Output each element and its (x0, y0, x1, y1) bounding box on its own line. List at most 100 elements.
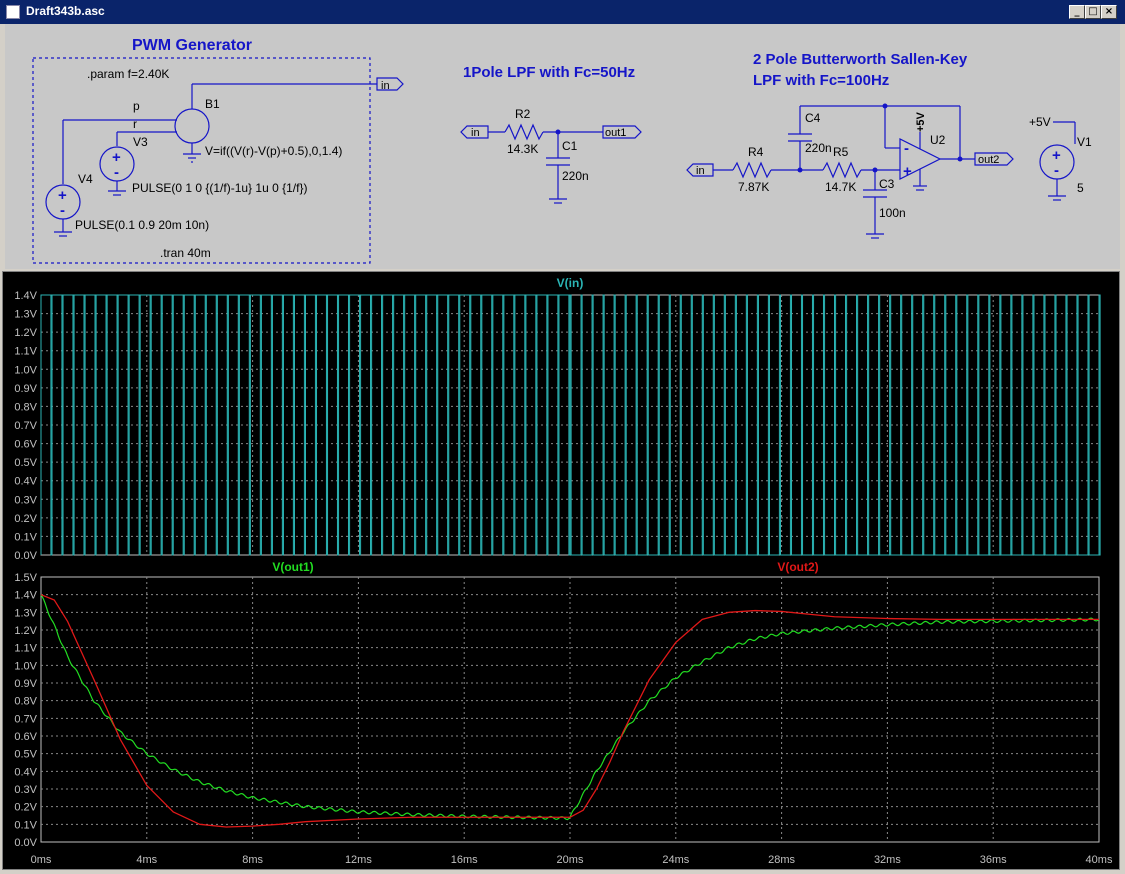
x-tick-label: 4ms (136, 854, 157, 866)
minimize-button[interactable]: _ (1069, 5, 1085, 19)
y-tick-label: 0.0V (14, 837, 37, 849)
tran-directive: .tran 40m (160, 246, 211, 260)
y-tick-label: 1.1V (14, 643, 37, 655)
y-tick-label: 0.0V (14, 550, 37, 562)
c3-value: 100n (879, 206, 906, 220)
c4-value: 220n (805, 141, 832, 155)
u2-supply-label: +5V (915, 111, 927, 132)
r5-resistor (822, 161, 862, 179)
r5-value: 14.7K (825, 180, 856, 194)
pwm-group-box (32, 57, 371, 264)
y-tick-label: 1.0V (14, 364, 37, 376)
c4-label: C4 (805, 111, 821, 125)
x-tick-label: 8ms (242, 854, 263, 866)
net-label-r: r (133, 117, 137, 131)
y-tick-label: 0.1V (14, 819, 37, 831)
y-tick-label: 0.6V (14, 439, 37, 451)
u2-plus-input: + (903, 163, 912, 180)
sk-title-line2: LPF with Fc=100Hz (753, 72, 889, 89)
x-tick-label: 28ms (768, 854, 795, 866)
c1-label: C1 (562, 139, 578, 153)
schematic-canvas[interactable]: PWM Generator .param f=2.40K in p r B1 V… (5, 24, 1120, 269)
x-tick-label: 16ms (451, 854, 478, 866)
v3-minus-sign: - (114, 164, 119, 181)
r5-label: R5 (833, 145, 849, 159)
v1-label: V1 (1077, 135, 1092, 149)
y-tick-label: 0.9V (14, 383, 37, 395)
y-tick-label: 0.2V (14, 802, 37, 814)
y-tick-label: 0.3V (14, 494, 37, 506)
r2-value: 14.3K (507, 142, 538, 156)
out2-label: out2 (978, 154, 999, 166)
sk-in-label: in (696, 165, 705, 177)
y-tick-label: 1.5V (14, 572, 37, 584)
x-tick-label: 12ms (345, 854, 372, 866)
y-tick-label: 1.3V (14, 607, 37, 619)
v-in-trace-label: V(in) (557, 276, 584, 290)
y-tick-label: 0.3V (14, 784, 37, 796)
v4-pulse: PULSE(0.1 0.9 20m 10n) (75, 218, 209, 232)
x-tick-label: 0ms (31, 854, 52, 866)
v3-label: V3 (133, 135, 148, 149)
window-title: Draft343b.asc (26, 4, 105, 18)
x-tick-label: 40ms (1086, 854, 1113, 866)
param-directive: .param f=2.40K (87, 67, 169, 81)
u2-minus-input: - (904, 140, 909, 157)
y-tick-label: 0.7V (14, 713, 37, 725)
r2-resistor (504, 123, 544, 141)
y-tick-label: 0.9V (14, 678, 37, 690)
y-tick-label: 0.1V (14, 531, 37, 543)
net-label-p: p (133, 99, 140, 113)
r4-label: R4 (748, 145, 764, 159)
v4-label: V4 (78, 172, 93, 186)
y-tick-label: 1.3V (14, 309, 37, 321)
y-tick-label: 1.0V (14, 660, 37, 672)
y-tick-label: 1.1V (14, 346, 37, 358)
y-tick-label: 1.2V (14, 327, 37, 339)
b1-expression: V=if((V(r)-V(p)+0.5),0,1.4) (205, 144, 342, 158)
u2-label: U2 (930, 133, 946, 147)
out1-label: out1 (605, 127, 626, 139)
window-titlebar: Draft343b.asc _ □ × (0, 0, 1125, 24)
maximize-button[interactable]: □ (1085, 5, 1101, 19)
y-tick-label: 0.5V (14, 457, 37, 469)
waveform-svg[interactable]: 0.0V 0.1V 0.2V 0.3V 0.4V 0.5V 0.6V 0.7V 0.8V 0.9V… (3, 272, 1119, 869)
y-tick-label: 1.4V (14, 290, 37, 302)
close-button[interactable]: × (1101, 5, 1117, 19)
lpf1-title: 1Pole LPF with Fc=50Hz (463, 64, 635, 81)
b1-source-symbol (174, 108, 210, 144)
y-tick-label: 0.4V (14, 476, 37, 488)
y-tick-label: 0.8V (14, 401, 37, 413)
y-tick-label: 0.6V (14, 731, 37, 743)
y-tick-label: 0.2V (14, 513, 37, 525)
r4-value: 7.87K (738, 180, 769, 194)
y-tick-label: 0.8V (14, 696, 37, 708)
v1-value: 5 (1077, 181, 1084, 195)
pwm-title: PWM Generator (132, 37, 252, 54)
v-out2-trace-label: V(out2) (777, 560, 818, 574)
x-tick-label: 24ms (662, 854, 689, 866)
v1-net-label: +5V (1029, 115, 1051, 129)
app-icon (6, 5, 20, 19)
b1-label: B1 (205, 97, 220, 111)
v-out1-trace-label: V(out1) (272, 560, 313, 574)
y-tick-label: 1.4V (14, 590, 37, 602)
c1-value: 220n (562, 169, 589, 183)
v1-minus-sign: - (1054, 162, 1059, 179)
pwm-in-label: in (381, 80, 390, 92)
x-tick-label: 36ms (980, 854, 1007, 866)
r2-label: R2 (515, 107, 531, 121)
y-tick-label: 0.5V (14, 749, 37, 761)
c3-label: C3 (879, 177, 895, 191)
sk-title-line1: 2 Pole Butterworth Sallen-Key (753, 51, 968, 68)
v4-minus-sign: - (60, 202, 65, 219)
y-tick-label: 0.7V (14, 420, 37, 432)
waveform-viewer[interactable]: 0.0V 0.1V 0.2V 0.3V 0.4V 0.5V 0.6V 0.7V 0.8V 0.9V… (2, 271, 1120, 870)
y-tick-label: 0.4V (14, 766, 37, 778)
y-tick-label: 1.2V (14, 625, 37, 637)
v3-pulse: PULSE(0 1 0 {(1/f)-1u} 1u 0 {1/f}) (132, 181, 307, 195)
x-tick-label: 20ms (557, 854, 584, 866)
lpf1-in-label: in (471, 127, 480, 139)
x-tick-label: 32ms (874, 854, 901, 866)
r4-resistor (732, 161, 772, 179)
